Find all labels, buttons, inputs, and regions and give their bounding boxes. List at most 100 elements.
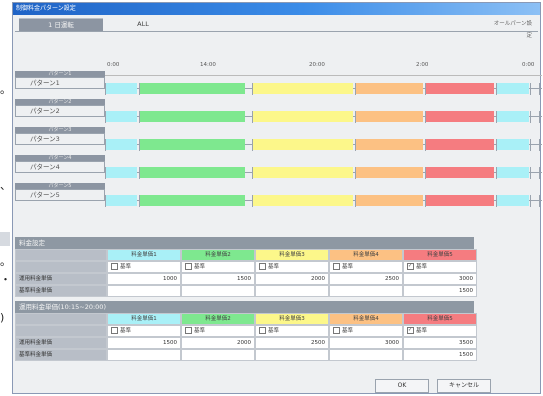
price-segment[interactable]	[426, 111, 494, 122]
price-segment[interactable]	[105, 111, 137, 122]
base-checkbox[interactable]: 基準	[181, 261, 255, 273]
price-segment[interactable]	[253, 167, 353, 178]
price-segment[interactable]	[497, 139, 529, 150]
price-input[interactable]	[255, 285, 329, 297]
pattern-button-3[interactable]: パターン3	[15, 133, 105, 145]
price-input[interactable]: 3000	[403, 273, 477, 285]
base-checkbox[interactable]: 基準	[329, 261, 403, 273]
pattern-track-2[interactable]	[105, 111, 542, 123]
price-segment[interactable]	[105, 139, 137, 150]
price-segment[interactable]	[140, 139, 245, 150]
price-input[interactable]	[329, 349, 403, 361]
price-input[interactable]: 3000	[329, 337, 403, 349]
price-segment[interactable]	[105, 195, 137, 206]
price-input[interactable]: 2500	[255, 337, 329, 349]
pattern-track-3[interactable]	[105, 139, 542, 151]
time-tick	[139, 139, 140, 151]
checkbox-label: 基準	[120, 328, 132, 334]
price-segment[interactable]	[140, 111, 245, 122]
checkbox-icon[interactable]	[259, 263, 266, 270]
tab-all[interactable]: ALL	[103, 18, 183, 30]
pattern-track-4[interactable]	[105, 167, 542, 179]
base-checkbox[interactable]: 基準	[107, 325, 181, 337]
checkbox-icon[interactable]	[111, 263, 118, 270]
checkbox-icon[interactable]	[185, 263, 192, 270]
price-input[interactable]: 1500	[107, 337, 181, 349]
price-segment[interactable]	[497, 111, 529, 122]
price-input[interactable]	[107, 349, 181, 361]
price-segment[interactable]	[426, 83, 494, 94]
cancel-button[interactable]: キャンセル	[437, 379, 491, 393]
checkbox-icon[interactable]	[259, 327, 266, 334]
price-segment[interactable]	[356, 139, 423, 150]
price-segment[interactable]	[356, 167, 423, 178]
time-scale: 0:00 14:00 20:00 2:00 0:00	[105, 61, 542, 76]
price-segment[interactable]	[497, 195, 529, 206]
price-input[interactable]: 2500	[329, 273, 403, 285]
checkbox-icon[interactable]	[185, 327, 192, 334]
price-input[interactable]: 1500	[403, 349, 477, 361]
checkbox-icon[interactable]	[111, 327, 118, 334]
pattern-track-5[interactable]	[105, 195, 542, 207]
base-checkbox[interactable]: 基準	[329, 325, 403, 337]
price-segment[interactable]	[253, 111, 353, 122]
table-row: 基準 基準 基準 基準 ✓ 基準	[15, 325, 477, 337]
pattern-track-1[interactable]	[105, 83, 542, 95]
price-segment[interactable]	[426, 139, 494, 150]
price-segment[interactable]	[356, 195, 423, 206]
price-input[interactable]: 1500	[181, 273, 255, 285]
side-box	[0, 232, 10, 246]
price-input[interactable]	[107, 285, 181, 297]
base-checkbox[interactable]: 基準	[255, 325, 329, 337]
checkbox-icon[interactable]	[333, 327, 340, 334]
base-checkbox[interactable]: 基準	[107, 261, 181, 273]
time-scale-label: 2:00	[416, 62, 429, 68]
price-input[interactable]	[255, 349, 329, 361]
pattern-button-1[interactable]: パターン1	[15, 77, 105, 89]
base-checkbox[interactable]: 基準	[181, 325, 255, 337]
time-tick	[530, 111, 531, 123]
checkbox-icon[interactable]: ✓	[407, 263, 414, 270]
price-segment[interactable]	[105, 167, 137, 178]
pattern-button-4[interactable]: パターン4	[15, 161, 105, 173]
price-input[interactable]	[181, 349, 255, 361]
price-segment[interactable]	[497, 167, 529, 178]
pattern-settings-dialog: 制御料金パターン設定 1 日運転 ALL オールパーン設定 パターン1 パターン…	[12, 2, 542, 394]
price-segment[interactable]	[140, 195, 245, 206]
price-input[interactable]: 2000	[255, 273, 329, 285]
price-segment[interactable]	[140, 167, 245, 178]
price-segment[interactable]	[253, 139, 353, 150]
base-checkbox[interactable]: ✓ 基準	[403, 261, 477, 273]
price-input[interactable]: 3500	[403, 337, 477, 349]
time-tick	[355, 195, 356, 207]
base-checkbox[interactable]: 基準	[255, 261, 329, 273]
checkbox-icon[interactable]: ✓	[407, 327, 414, 334]
base-checkbox[interactable]: ✓ 基準	[403, 325, 477, 337]
pattern-button-5[interactable]: パターン5	[15, 189, 105, 201]
time-tick	[425, 195, 426, 207]
ok-button[interactable]: OK	[375, 379, 429, 393]
price-segment[interactable]	[356, 111, 423, 122]
time-tick	[252, 139, 253, 151]
table-row: 基準料金単価 1500	[15, 285, 477, 297]
background-page-strip: 。 、 。 ・ )	[0, 0, 12, 396]
tab-divider	[15, 31, 538, 32]
price-segment[interactable]	[356, 83, 423, 94]
price-input[interactable]: 2000	[181, 337, 255, 349]
checkbox-icon[interactable]	[333, 263, 340, 270]
header-blank	[15, 249, 107, 261]
price-segment[interactable]	[140, 83, 245, 94]
price-segment[interactable]	[426, 195, 494, 206]
price-segment[interactable]	[105, 83, 137, 94]
price-segment[interactable]	[426, 167, 494, 178]
price-input[interactable]	[329, 285, 403, 297]
tab-one-day[interactable]: 1 日運転	[19, 18, 103, 31]
price-segment[interactable]	[253, 195, 353, 206]
pattern-button-2[interactable]: パターン2	[15, 105, 105, 117]
header-blank	[15, 313, 107, 325]
price-input[interactable]: 1500	[403, 285, 477, 297]
price-segment[interactable]	[497, 83, 529, 94]
price-input[interactable]	[181, 285, 255, 297]
price-segment[interactable]	[253, 83, 353, 94]
price-input[interactable]: 1000	[107, 273, 181, 285]
